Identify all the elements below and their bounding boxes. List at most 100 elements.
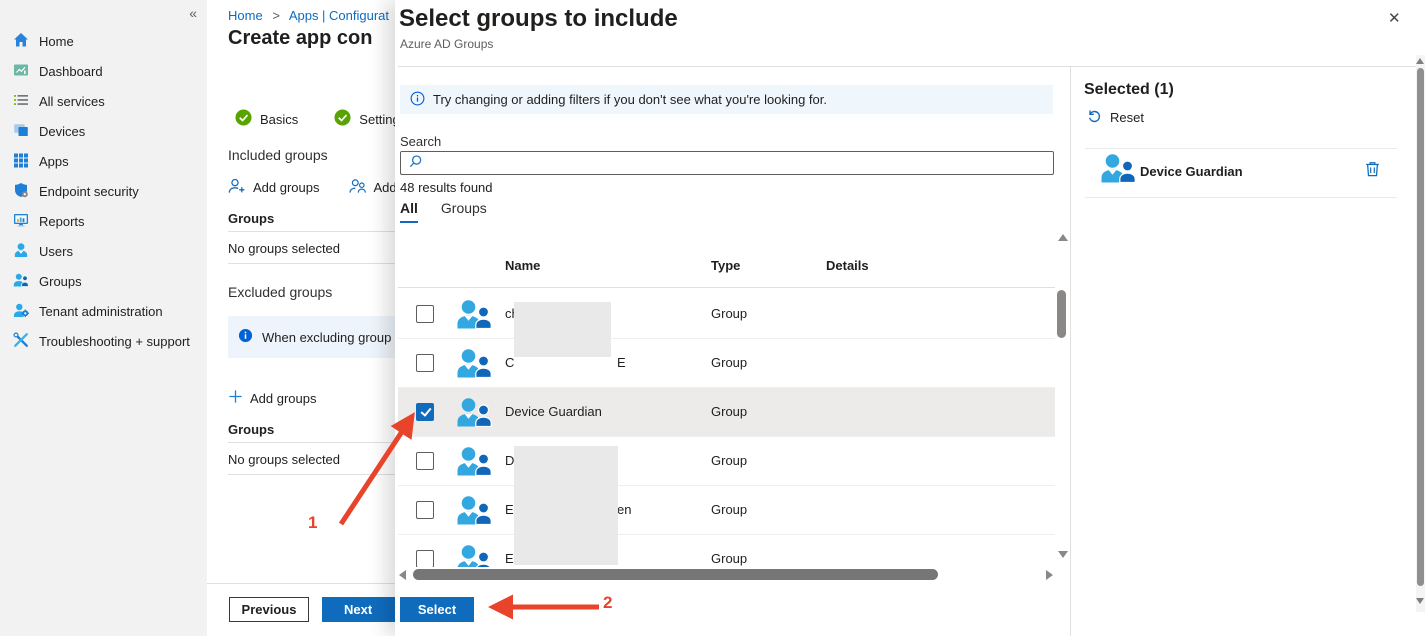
list-scroll-up-arrow[interactable] bbox=[1058, 234, 1068, 241]
home-icon bbox=[13, 32, 29, 51]
tab-all[interactable]: All bbox=[400, 200, 418, 223]
sidebar-item-devices[interactable]: Devices bbox=[0, 116, 207, 146]
divider bbox=[1085, 148, 1397, 149]
group-icon bbox=[456, 348, 492, 381]
close-icon[interactable]: ✕ bbox=[1388, 9, 1401, 27]
search-box[interactable] bbox=[400, 151, 1054, 175]
wizard-step-basics[interactable]: Basics bbox=[235, 109, 298, 129]
group-name: E bbox=[505, 551, 514, 566]
sidebar-item-groups[interactable]: Groups bbox=[0, 266, 207, 296]
column-type: Type bbox=[711, 258, 740, 273]
column-details: Details bbox=[826, 258, 869, 273]
included-groups-commands: Add groups Add bbox=[228, 178, 397, 197]
list-vertical-scrollbar-thumb[interactable] bbox=[1057, 290, 1066, 338]
breadcrumb-home-link[interactable]: Home bbox=[228, 8, 263, 23]
filters-info-banner: Try changing or adding filters if you do… bbox=[400, 85, 1053, 114]
table-row[interactable]: ch Group bbox=[398, 290, 1055, 339]
scroll-left-arrow[interactable] bbox=[399, 570, 406, 580]
page-title: Create app con bbox=[228, 27, 372, 50]
previous-button[interactable]: Previous bbox=[229, 597, 309, 622]
scroll-up-arrow[interactable] bbox=[1416, 58, 1424, 64]
add-groups-excluded-command[interactable]: Add groups bbox=[228, 389, 317, 407]
reset-undo-icon bbox=[1087, 108, 1102, 126]
row-checkbox[interactable] bbox=[416, 403, 434, 421]
included-no-groups-text: No groups selected bbox=[228, 241, 340, 256]
group-type: Group bbox=[711, 453, 747, 468]
add-groups-command[interactable]: Add groups bbox=[228, 178, 320, 197]
row-checkbox[interactable] bbox=[416, 354, 434, 372]
included-groups-heading: Included groups bbox=[228, 147, 328, 163]
excluded-banner-text: When excluding group bbox=[262, 330, 391, 345]
table-header-divider bbox=[398, 287, 1055, 288]
sidebar-item-all-services[interactable]: All services bbox=[0, 86, 207, 116]
list-horizontal-scrollbar[interactable] bbox=[398, 569, 1054, 581]
sidebar-item-apps[interactable]: Apps bbox=[0, 146, 207, 176]
step-complete-check-icon bbox=[334, 109, 351, 129]
search-icon bbox=[408, 154, 423, 172]
all-services-icon bbox=[13, 92, 29, 111]
group-icon bbox=[456, 446, 492, 479]
sidebar-item-dashboard[interactable]: Dashboard bbox=[0, 56, 207, 86]
group-name: E bbox=[505, 502, 514, 517]
sidebar-item-home[interactable]: Home bbox=[0, 26, 207, 56]
row-checkbox[interactable] bbox=[416, 501, 434, 519]
results-count: 48 results found bbox=[400, 180, 493, 195]
sidebar-item-troubleshooting-support[interactable]: Troubleshooting + support bbox=[0, 326, 207, 356]
sidebar-item-tenant-administration[interactable]: Tenant administration bbox=[0, 296, 207, 326]
included-groups-column-header: Groups bbox=[228, 211, 274, 226]
step-complete-check-icon bbox=[235, 109, 252, 129]
panel-subtitle: Azure AD Groups bbox=[400, 37, 493, 51]
panel-title: Select groups to include bbox=[399, 5, 678, 33]
scroll-down-arrow[interactable] bbox=[1416, 598, 1424, 604]
table-row-device-guardian[interactable]: Device Guardian Group bbox=[398, 388, 1055, 437]
wizard-step-settings[interactable]: Setting bbox=[334, 109, 399, 129]
reset-command[interactable]: Reset bbox=[1087, 108, 1144, 126]
select-groups-panel: Select groups to include Azure AD Groups… bbox=[395, 0, 1425, 636]
person-add-icon bbox=[228, 178, 246, 197]
annotation-label-2: 2 bbox=[603, 593, 612, 613]
row-checkbox[interactable] bbox=[416, 305, 434, 323]
sidebar-item-endpoint-security[interactable]: Endpoint security bbox=[0, 176, 207, 206]
dashboard-icon bbox=[13, 62, 29, 81]
info-filled-icon bbox=[238, 328, 253, 346]
window-vertical-scrollbar[interactable] bbox=[1416, 55, 1425, 612]
groups-icon bbox=[13, 272, 29, 291]
select-button[interactable]: Select bbox=[400, 597, 474, 622]
redaction-box bbox=[514, 302, 611, 357]
selected-heading: Selected (1) bbox=[1084, 81, 1174, 99]
group-name: D bbox=[505, 453, 514, 468]
table-row[interactable]: D Group bbox=[398, 437, 1055, 486]
endpoint-security-icon bbox=[13, 182, 29, 201]
plus-icon bbox=[228, 389, 243, 407]
group-type: Group bbox=[711, 404, 747, 419]
column-name: Name bbox=[505, 258, 540, 273]
selected-item-name: Device Guardian bbox=[1140, 164, 1243, 179]
info-outline-icon bbox=[410, 91, 425, 109]
banner-text: Try changing or adding filters if you do… bbox=[433, 92, 827, 107]
tab-groups[interactable]: Groups bbox=[441, 200, 487, 223]
group-icon bbox=[456, 495, 492, 528]
panel-vertical-divider bbox=[1070, 66, 1071, 636]
add-all-users-command[interactable]: Add bbox=[349, 178, 397, 197]
row-checkbox[interactable] bbox=[416, 550, 434, 567]
breadcrumb-current-link[interactable]: Apps | Configurat bbox=[289, 8, 389, 23]
tenant-administration-icon bbox=[13, 302, 29, 321]
sidebar-item-reports[interactable]: Reports bbox=[0, 206, 207, 236]
search-input[interactable] bbox=[429, 152, 1053, 174]
list-scroll-down-arrow[interactable] bbox=[1058, 551, 1068, 558]
table-row[interactable]: E Group bbox=[398, 535, 1055, 567]
devices-icon bbox=[13, 122, 29, 141]
table-row[interactable]: C E Group bbox=[398, 339, 1055, 388]
left-nav-sidebar: « Home Dashboard All services Devices Ap… bbox=[0, 0, 208, 636]
excluded-groups-column-header: Groups bbox=[228, 422, 274, 437]
sidebar-item-users[interactable]: Users bbox=[0, 236, 207, 266]
reports-icon bbox=[13, 212, 29, 231]
trash-icon[interactable] bbox=[1364, 160, 1381, 181]
window-scrollbar-thumb[interactable] bbox=[1417, 68, 1424, 586]
table-row[interactable]: E en Group bbox=[398, 486, 1055, 535]
horizontal-scrollbar-thumb[interactable] bbox=[413, 569, 938, 580]
collapse-sidebar-icon[interactable]: « bbox=[189, 5, 197, 21]
scroll-right-arrow[interactable] bbox=[1046, 570, 1053, 580]
group-type: Group bbox=[711, 551, 747, 566]
row-checkbox[interactable] bbox=[416, 452, 434, 470]
